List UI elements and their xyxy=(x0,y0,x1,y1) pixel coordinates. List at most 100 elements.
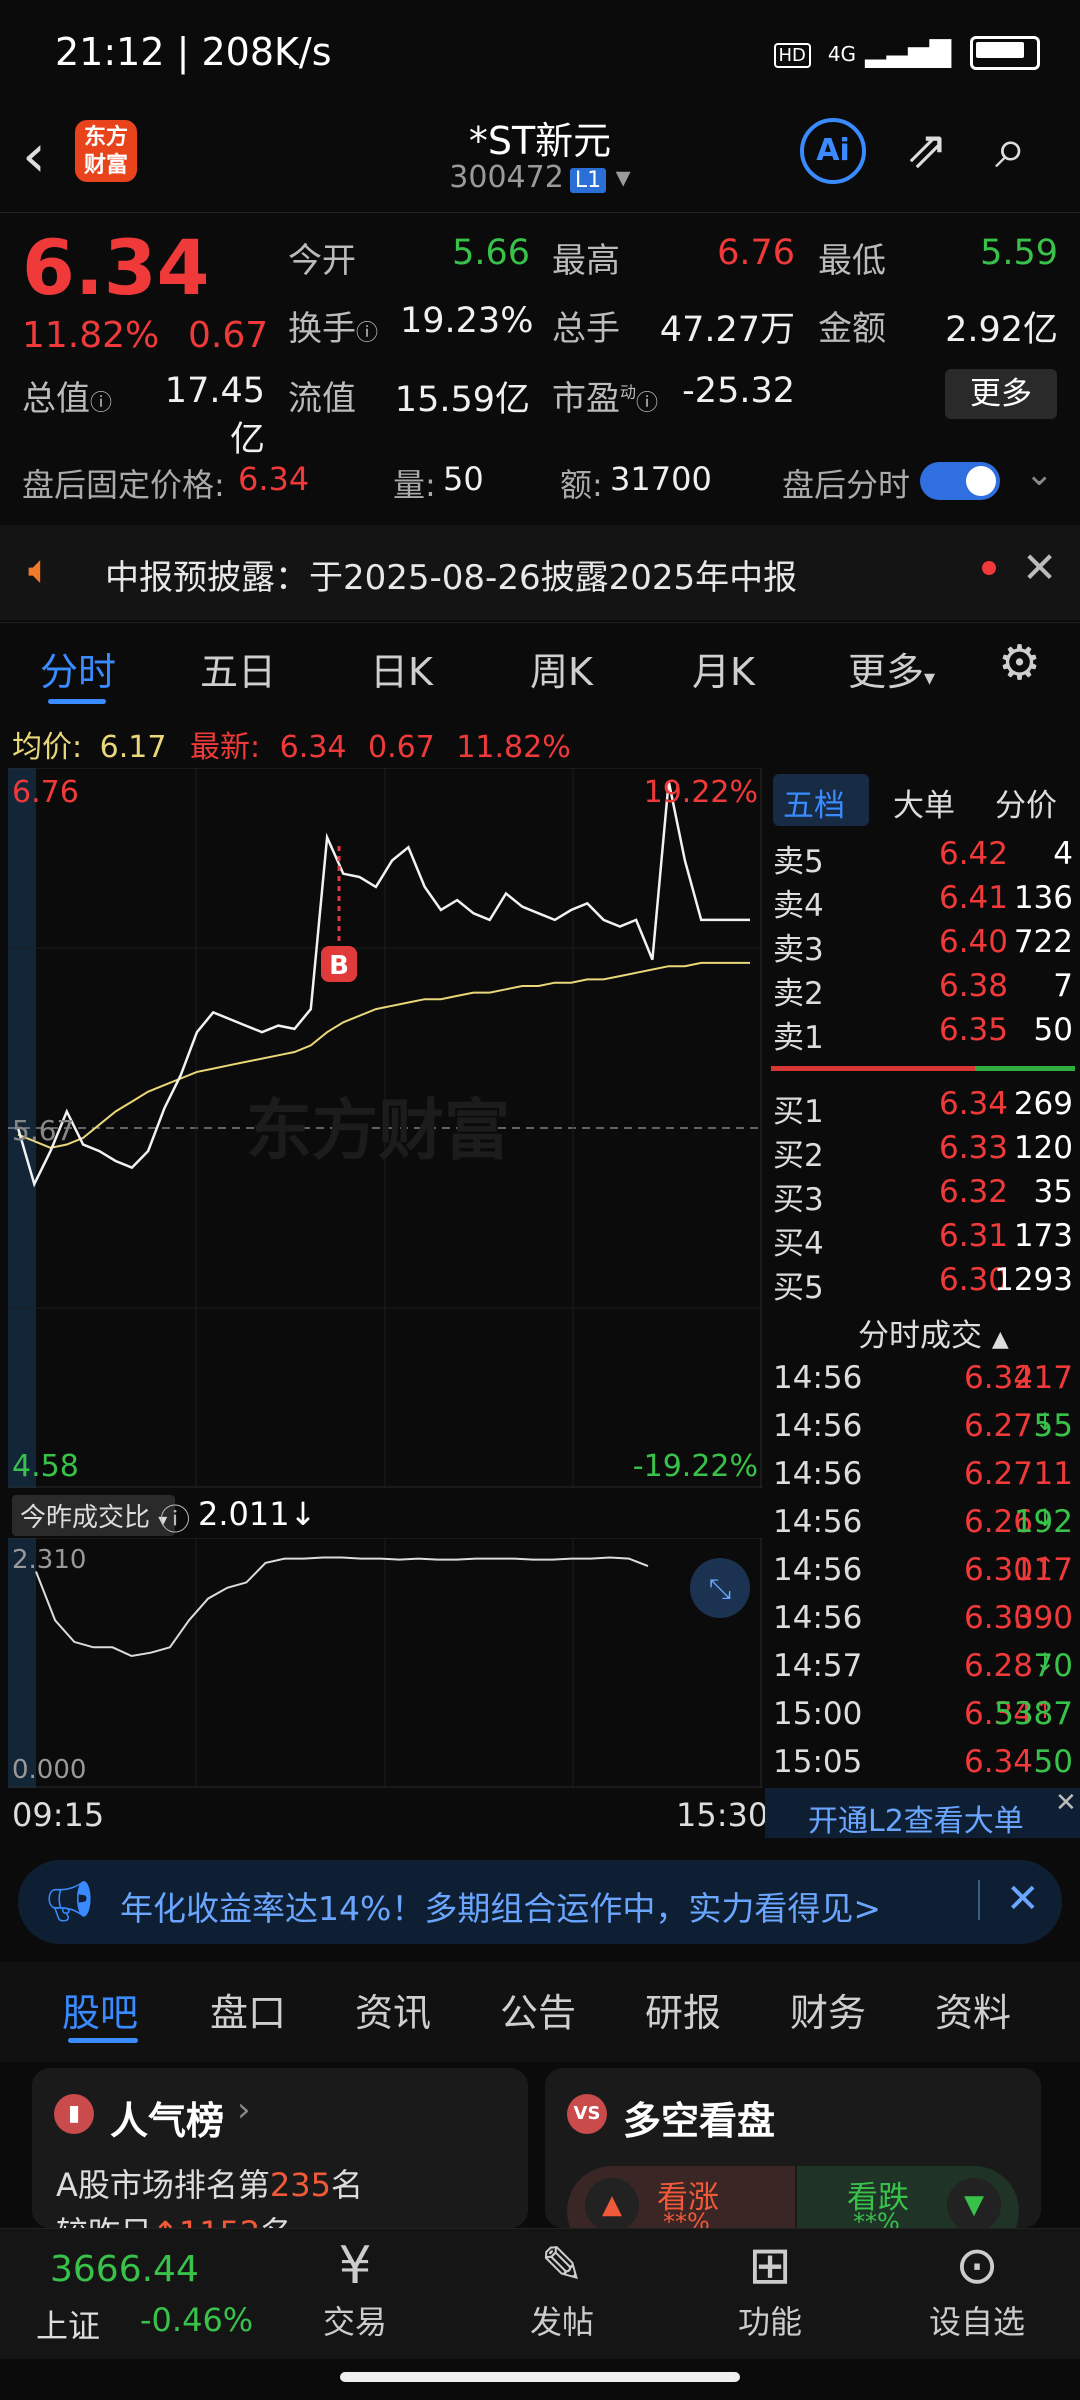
close-icon[interactable]: ✕ xyxy=(1055,1788,1077,1818)
ask-row-4[interactable]: 卖4 6.41 136 xyxy=(773,880,1073,924)
bid-row-2[interactable]: 买2 6.33 120 xyxy=(773,1130,1073,1174)
tab-five-day[interactable]: 五日 xyxy=(200,641,276,696)
chart-mid-price: 5.67 xyxy=(12,1114,74,1147)
tab-research[interactable]: 研报 xyxy=(645,1982,721,2037)
bid-row-3[interactable]: 买3 6.32 35 xyxy=(773,1174,1073,1218)
float-value: 15.59亿 xyxy=(394,380,530,420)
nav-functions[interactable]: ⊞ 功能 xyxy=(690,2235,850,2343)
time-end: 15:30 xyxy=(676,1796,769,1834)
tab-more[interactable]: 更多▾ xyxy=(848,641,935,696)
bid-ask-ratio-bar-green xyxy=(975,1066,1075,1071)
amount-label: 金额 xyxy=(818,309,886,349)
bear-button[interactable]: 看跌 **% ▼ xyxy=(797,2166,1019,2228)
battery-icon xyxy=(970,36,1040,70)
gear-icon[interactable]: ⚙ xyxy=(998,635,1041,691)
after-hours-row: 盘后固定价格: 6.34 量: 50 额: 31700 盘后分时 ⌄ xyxy=(0,440,1080,520)
trade-time: 15:00 xyxy=(773,1696,863,1732)
grid-icon: ⊞ xyxy=(748,2236,792,2296)
bid-row-5[interactable]: 买5 6.30 1293 xyxy=(773,1262,1073,1306)
share-icon[interactable]: ⇗ xyxy=(905,120,949,180)
bid-row-4[interactable]: 买4 6.31 173 xyxy=(773,1218,1073,1262)
vol-top-label: 2.310 xyxy=(12,1545,86,1575)
close-icon[interactable]: ✕ xyxy=(1022,543,1057,592)
l2-banner[interactable]: 开通L2查看大单 ✕ xyxy=(765,1788,1080,1840)
status-time: 21:12 | 208K/s xyxy=(55,30,332,74)
index-name[interactable]: 上证 xyxy=(36,2301,100,2347)
watermark: 东方财富 xyxy=(246,1092,510,1169)
l2-link[interactable]: 开通L2查看大单 xyxy=(808,1796,1024,1840)
trade-time: 14:56 xyxy=(773,1600,863,1636)
notice-bar[interactable]: 🔈︎ 中报预披露：于2025-08-26披露2025年中报 ✕ xyxy=(0,525,1080,620)
trade-volume: 217 xyxy=(1013,1360,1073,1396)
amount-value: 2.92亿 xyxy=(945,310,1058,350)
after-hours-toggle-label: 盘后分时 xyxy=(782,466,911,504)
app-logo[interactable]: 东方财富 xyxy=(75,120,137,182)
ask-row-5[interactable]: 卖5 6.42 4 xyxy=(773,836,1073,880)
level-badge: L1 xyxy=(569,168,607,193)
nav-add-watchlist[interactable]: ⊙ 设自选 xyxy=(897,2235,1057,2343)
notice-text: 中报预披露：于2025-08-26披露2025年中报 xyxy=(105,558,798,598)
home-indicator[interactable] xyxy=(340,2372,740,2382)
index-change[interactable]: -0.46% xyxy=(140,2301,253,2339)
avg-price-bar: 均价: 6.17 最新: 6.34 0.67 11.82% xyxy=(12,722,571,765)
arrow-down-icon: ↓ xyxy=(289,1495,317,1533)
chevron-down-icon[interactable]: ⌄ xyxy=(1025,454,1054,494)
tab-five-levels[interactable]: 五档 xyxy=(783,780,845,825)
high-value: 6.76 xyxy=(717,233,795,273)
tab-monthly-k[interactable]: 月K xyxy=(692,641,755,696)
trade-row: 14:56 6.30 ↑ 117 xyxy=(773,1552,1073,1598)
trade-time: 15:05 xyxy=(773,1744,863,1780)
ai-assistant-icon[interactable]: Ai xyxy=(800,118,866,184)
ask-row-2[interactable]: 卖2 6.38 7 xyxy=(773,968,1073,1012)
tab-guba[interactable]: 股吧 xyxy=(62,1982,138,2037)
tab-daily-k[interactable]: 日K xyxy=(370,641,433,696)
trade-volume: 117 xyxy=(1013,1552,1073,1588)
index-value[interactable]: 3666.44 xyxy=(50,2249,199,2290)
trade-time: 14:56 xyxy=(773,1408,863,1444)
tab-intraday[interactable]: 分时 xyxy=(40,641,116,696)
more-button[interactable]: 更多 xyxy=(945,369,1057,419)
intraday-chart[interactable]: 东方财富 B 6.76 19.22% 5.67 4.58 -19.22% xyxy=(8,768,762,1488)
bottom-navigation: 3666.44 上证 -0.46% ¥ 交易 ✎ 发帖 ⊞ 功能 ⊙ 设自选 xyxy=(0,2228,1080,2359)
avg-value: 6.17 xyxy=(99,730,167,765)
tab-weekly-k[interactable]: 周K xyxy=(530,641,593,696)
promo-banner[interactable]: 📢︎ 年化收益率达14%！多期组合运作中，实力看得见> ✕ xyxy=(18,1860,1062,1944)
low-value: 5.59 xyxy=(980,233,1058,273)
tab-announcements[interactable]: 公告 xyxy=(500,1982,576,2037)
close-icon[interactable]: ✕ xyxy=(1006,1876,1040,1922)
megaphone-icon: 📢︎ xyxy=(44,1879,95,1925)
nav-trade[interactable]: ¥ 交易 xyxy=(275,2235,435,2343)
tab-financials[interactable]: 财务 xyxy=(790,1982,866,2037)
trade-volume: 70 xyxy=(1033,1648,1073,1684)
after-hours-fixed-label: 盘后固定价格: xyxy=(22,466,225,504)
ask-row-3[interactable]: 卖3 6.40 722 xyxy=(773,924,1073,968)
volume-ratio-chart[interactable]: 2.310 0.000 ⤡ xyxy=(8,1538,762,1788)
after-hours-toggle[interactable] xyxy=(920,462,1000,500)
ask-row-1[interactable]: 卖1 6.35 50 xyxy=(773,1012,1073,1056)
trade-time: 14:57 xyxy=(773,1648,863,1684)
tab-news[interactable]: 资讯 xyxy=(355,1982,431,2037)
trade-time: 14:56 xyxy=(773,1504,863,1540)
bid-row-1[interactable]: 买1 6.34 269 xyxy=(773,1086,1073,1130)
back-icon[interactable]: ‹ xyxy=(22,116,46,196)
tab-price-dist[interactable]: 分价 xyxy=(995,780,1057,825)
turnover-label: 换手ⓘ xyxy=(288,309,379,349)
bull-button[interactable]: ▲ 看涨 **% xyxy=(567,2166,795,2228)
tab-profile[interactable]: 资料 xyxy=(935,1982,1011,2037)
trade-row: 14:56 6.34 217 xyxy=(773,1360,1073,1406)
trades-title[interactable]: 分时成交 ▲ xyxy=(858,1310,1009,1355)
help-icon[interactable]: ⓘ xyxy=(160,1495,190,1539)
tab-big-orders[interactable]: 大单 xyxy=(893,780,955,825)
after-hours-amt: 31700 xyxy=(610,460,712,498)
stock-info-tabs: 股吧 盘口 资讯 公告 研报 财务 资料 xyxy=(0,1962,1080,2062)
active-tab-indicator xyxy=(68,2038,138,2043)
nav-post[interactable]: ✎ 发帖 xyxy=(482,2235,642,2343)
bull-bear-card[interactable]: VS 多空看盘 ▲ 看涨 **% 看跌 **% ▼ xyxy=(545,2068,1041,2228)
popularity-card[interactable]: ▮ 人气榜 › A股市场排名第235名 较昨日↑1152名 xyxy=(32,2068,528,2228)
chart-bottom-price: 4.58 xyxy=(12,1449,79,1484)
trade-row: 14:56 6.30 390 xyxy=(773,1600,1073,1646)
search-icon[interactable]: ⌕ xyxy=(995,116,1026,182)
volume-ratio-line xyxy=(35,1556,649,1658)
tab-pankou[interactable]: 盘口 xyxy=(210,1982,286,2037)
ratio-selector[interactable]: 今昨成交比 ▾ xyxy=(12,1495,176,1536)
